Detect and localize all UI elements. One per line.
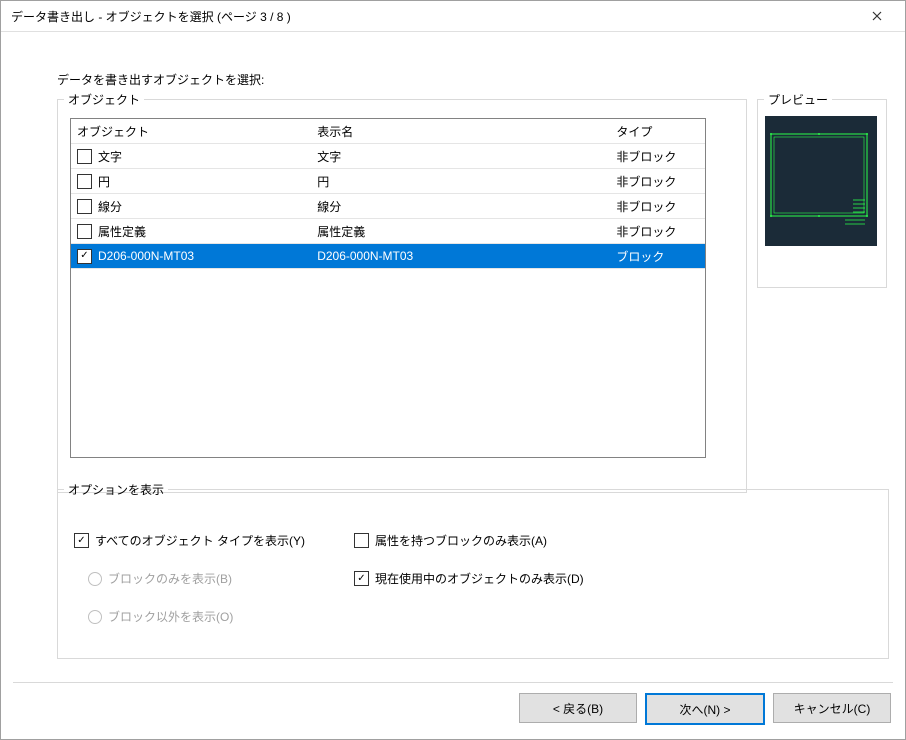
cell-object-text: 円 [98,173,110,190]
table-row[interactable]: ✓D206-000N-MT03D206-000N-MT03ブロック [71,244,705,269]
option-label: 属性を持つブロックのみ表示(A) [375,532,547,549]
row-checkbox[interactable] [77,174,92,189]
content-area: データを書き出すオブジェクトを選択: オブジェクト オブジェクト 表示名 タイプ… [13,41,893,669]
cell-object-text: 線分 [98,198,122,215]
cell-display-name: 属性定義 [313,223,612,240]
cell-object: 文字 [71,148,313,165]
checkbox-icon: ✓ [354,571,369,586]
row-checkbox[interactable]: ✓ [77,249,92,264]
window-title: データ書き出し - オブジェクトを選択 (ページ 3 / 8 ) [11,8,857,25]
cell-display-name: D206-000N-MT03 [313,249,612,263]
back-button[interactable]: < 戻る(B) [519,693,637,723]
cell-object: 円 [71,173,313,190]
option-label: ブロックのみを表示(B) [108,570,232,587]
option-label: ブロック以外を表示(O) [108,608,233,625]
option-non-blocks-only: ブロック以外を表示(O) [88,608,233,625]
cell-display-name: 円 [313,173,612,190]
footer-buttons: < 戻る(B) 次へ(N) > キャンセル(C) [519,693,891,725]
dialog-window: データ書き出し - オブジェクトを選択 (ページ 3 / 8 ) データを書き出… [0,0,906,740]
cell-object-text: D206-000N-MT03 [98,249,194,263]
cell-type: 非ブロック [612,223,705,240]
next-button[interactable]: 次へ(N) > [645,693,765,725]
row-checkbox[interactable] [77,149,92,164]
option-blocks-only: ブロックのみを表示(B) [88,570,232,587]
table-row[interactable]: 文字文字非ブロック [71,144,705,169]
titlebar: データ書き出し - オブジェクトを選択 (ページ 3 / 8 ) [1,1,905,32]
cell-object-text: 文字 [98,148,122,165]
checkbox-icon: ✓ [74,533,89,548]
cell-object-text: 属性定義 [98,223,146,240]
select-objects-label: データを書き出すオブジェクトを選択: [57,71,264,88]
preview-group-legend: プレビュー [764,91,832,108]
option-label: 現在使用中のオブジェクトのみ表示(D) [375,570,584,587]
option-in-use-only[interactable]: ✓ 現在使用中のオブジェクトのみ表示(D) [354,570,584,587]
preview-canvas [765,116,877,246]
checkbox-icon [354,533,369,548]
cell-type: 非ブロック [612,198,705,215]
table-header: オブジェクト 表示名 タイプ [71,119,705,144]
options-group: オプションを表示 ✓ すべてのオブジェクト タイプを表示(Y) ブロックのみを表… [57,481,889,659]
objects-group: オブジェクト オブジェクト 表示名 タイプ 文字文字非ブロック円円非ブロック線分… [57,91,747,493]
header-display-name[interactable]: 表示名 [313,123,612,140]
cell-display-name: 線分 [313,198,612,215]
option-attr-blocks-only[interactable]: 属性を持つブロックのみ表示(A) [354,532,547,549]
radio-icon [88,572,102,586]
preview-drawing-icon [765,116,877,246]
close-button[interactable] [857,2,897,30]
close-icon [872,11,882,21]
cell-object: 線分 [71,198,313,215]
cell-type: 非ブロック [612,173,705,190]
cancel-button[interactable]: キャンセル(C) [773,693,891,723]
objects-group-legend: オブジェクト [64,91,144,108]
radio-icon [88,610,102,624]
cell-type: ブロック [612,248,705,265]
header-object[interactable]: オブジェクト [71,123,313,140]
objects-table[interactable]: オブジェクト 表示名 タイプ 文字文字非ブロック円円非ブロック線分線分非ブロック… [70,118,706,458]
header-type[interactable]: タイプ [612,123,705,140]
options-group-legend: オプションを表示 [64,481,168,498]
option-label: すべてのオブジェクト タイプを表示(Y) [95,532,305,549]
cell-object: ✓ D206-000N-MT03 [71,249,313,264]
row-checkbox[interactable] [77,199,92,214]
table-row[interactable]: 属性定義属性定義非ブロック [71,219,705,244]
cell-display-name: 文字 [313,148,612,165]
preview-group: プレビュー [757,91,887,288]
table-row[interactable]: 線分線分非ブロック [71,194,705,219]
cell-type: 非ブロック [612,148,705,165]
row-checkbox[interactable] [77,224,92,239]
option-show-all-types[interactable]: ✓ すべてのオブジェクト タイプを表示(Y) [74,532,305,549]
cell-object: 属性定義 [71,223,313,240]
table-row[interactable]: 円円非ブロック [71,169,705,194]
footer-separator [13,682,893,683]
